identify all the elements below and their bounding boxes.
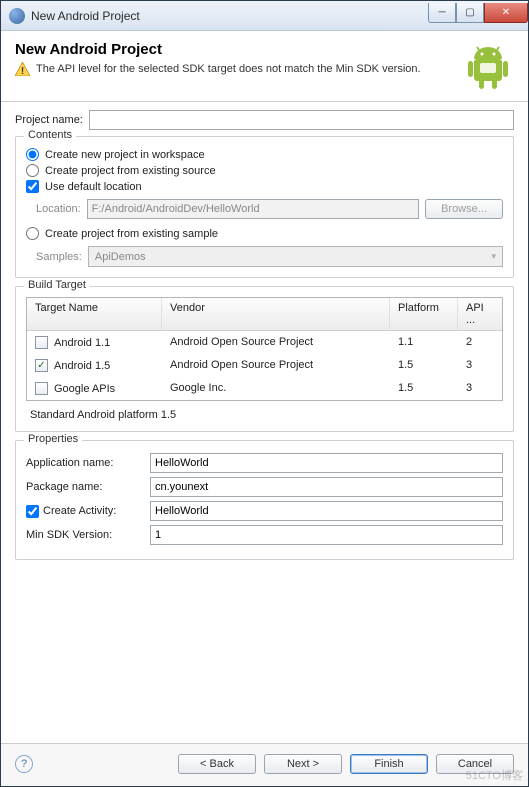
package-name-input[interactable] <box>150 477 503 497</box>
col-api[interactable]: API ... <box>458 298 502 330</box>
package-name-label: Package name: <box>26 481 144 493</box>
col-platform[interactable]: Platform <box>390 298 458 330</box>
warning-text: The API level for the selected SDK targe… <box>36 62 421 77</box>
maximize-button[interactable]: ▢ <box>456 3 484 23</box>
next-button[interactable]: Next > <box>264 754 342 774</box>
finish-button[interactable]: Finish <box>350 754 428 774</box>
table-row[interactable]: Google APIs Google Inc. 1.5 3 <box>27 377 502 400</box>
build-target-table: Target Name Vendor Platform API ... Andr… <box>26 297 503 401</box>
radio-new-project[interactable] <box>26 148 39 161</box>
min-sdk-label: Min SDK Version: <box>26 529 144 541</box>
dialog-window: New Android Project ─ ▢ ✕ New Android Pr… <box>0 0 529 787</box>
minimize-button[interactable]: ─ <box>428 3 456 23</box>
create-activity-label: Create Activity: <box>43 505 116 517</box>
project-name-label: Project name: <box>15 114 83 126</box>
samples-combo: ApiDemos ▾ <box>88 246 503 267</box>
browse-button[interactable]: Browse... <box>425 199 503 219</box>
contents-group: Contents Create new project in workspace… <box>15 136 514 278</box>
radio-existing-source[interactable] <box>26 164 39 177</box>
android-icon <box>462 41 514 93</box>
activity-name-input[interactable] <box>150 501 503 521</box>
table-row[interactable]: Android 1.1 Android Open Source Project … <box>27 331 502 354</box>
checkbox-create-activity[interactable] <box>26 505 39 518</box>
build-title: Build Target <box>24 279 90 291</box>
header-banner: New Android Project ! The API level for … <box>1 31 528 102</box>
properties-title: Properties <box>24 433 82 445</box>
window-controls: ─ ▢ ✕ <box>428 3 528 23</box>
min-sdk-input[interactable] <box>150 525 503 545</box>
app-name-input[interactable] <box>150 453 503 473</box>
target-checkbox[interactable] <box>35 382 48 395</box>
samples-label: Samples: <box>36 251 82 263</box>
col-vendor[interactable]: Vendor <box>162 298 390 330</box>
checkbox-default-location[interactable] <box>26 180 39 193</box>
samples-value: ApiDemos <box>95 251 146 263</box>
target-checkbox[interactable] <box>35 336 48 349</box>
app-name-label: Application name: <box>26 457 144 469</box>
footer-bar: ? < Back Next > Finish Cancel <box>1 743 528 786</box>
titlebar[interactable]: New Android Project ─ ▢ ✕ <box>1 1 528 31</box>
close-button[interactable]: ✕ <box>484 3 528 23</box>
svg-text:!: ! <box>21 66 24 76</box>
radio-sample-label: Create project from existing sample <box>45 228 218 240</box>
radio-existing-sample[interactable] <box>26 227 39 240</box>
default-location-label: Use default location <box>45 181 142 193</box>
table-row[interactable]: ✓Android 1.5 Android Open Source Project… <box>27 354 502 377</box>
window-title: New Android Project <box>31 9 428 23</box>
target-checkbox[interactable]: ✓ <box>35 359 48 372</box>
radio-existing-label: Create project from existing source <box>45 165 216 177</box>
properties-group: Properties Application name: Package nam… <box>15 440 514 560</box>
build-target-group: Build Target Target Name Vendor Platform… <box>15 286 514 432</box>
standard-platform-text: Standard Android platform 1.5 <box>30 409 503 421</box>
location-label: Location: <box>36 203 81 215</box>
contents-title: Contents <box>24 129 76 141</box>
radio-new-label: Create new project in workspace <box>45 149 205 161</box>
project-name-input[interactable] <box>89 110 514 130</box>
location-input <box>87 199 419 219</box>
col-target-name[interactable]: Target Name <box>27 298 162 330</box>
chevron-down-icon: ▾ <box>491 251 496 262</box>
warning-icon: ! <box>15 62 30 76</box>
back-button[interactable]: < Back <box>178 754 256 774</box>
watermark: 51CTO博客 <box>466 767 523 783</box>
eclipse-icon <box>9 8 25 24</box>
help-icon[interactable]: ? <box>15 755 33 773</box>
page-title: New Android Project <box>15 41 454 58</box>
